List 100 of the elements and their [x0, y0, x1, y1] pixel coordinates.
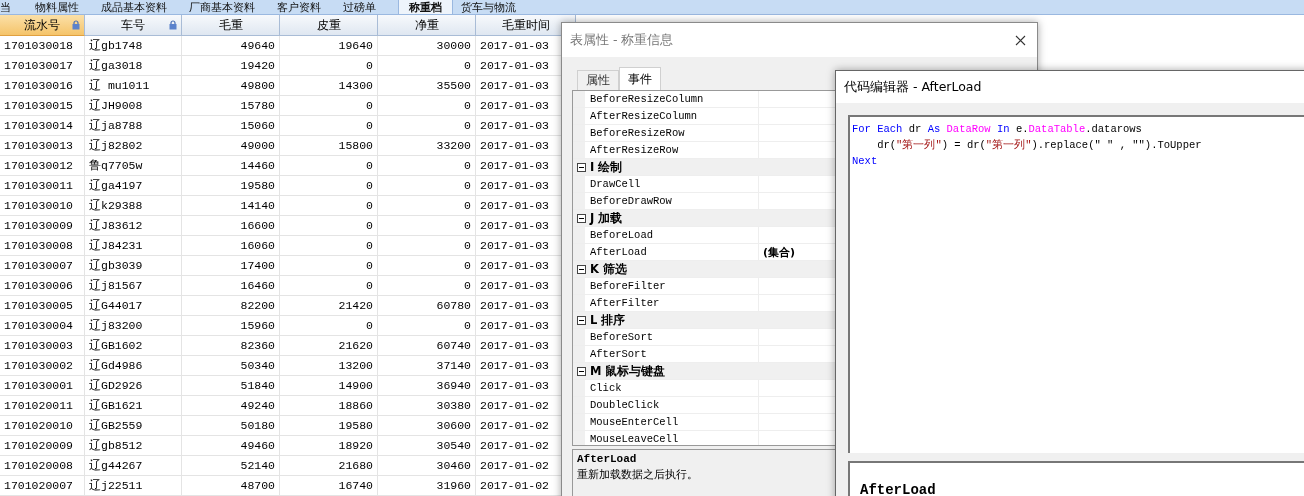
table-cell: 60780	[378, 296, 476, 316]
dialog-tab[interactable]: 属性	[577, 70, 619, 90]
category-label: I 绘制	[590, 159, 623, 175]
table-cell: 1701030002	[0, 356, 85, 376]
table-cell: 30540	[378, 436, 476, 456]
event-name[interactable]: DrawCell	[590, 178, 758, 190]
table-cell: 21620	[280, 336, 378, 356]
column-header[interactable]: 毛重时间	[476, 15, 576, 36]
collapse-icon[interactable]	[577, 315, 586, 325]
table-cell: 13200	[280, 356, 378, 376]
table-cell: 0	[378, 216, 476, 236]
code-line: Next	[852, 154, 878, 169]
table-cell: 辽ja8788	[85, 116, 182, 136]
table-cell: 0	[378, 196, 476, 216]
table-cell: 0	[378, 276, 476, 296]
table-cell: 0	[378, 236, 476, 256]
table-cell: 82200	[182, 296, 280, 316]
table-cell: 0	[378, 156, 476, 176]
event-name[interactable]: MouseEnterCell	[590, 416, 758, 428]
table-cell: 48700	[182, 476, 280, 496]
table-cell: 36940	[378, 376, 476, 396]
table-cell: 15800	[280, 136, 378, 156]
column-header[interactable]: 车号	[85, 15, 182, 36]
table-cell: 52140	[182, 456, 280, 476]
table-cell: 0	[280, 116, 378, 136]
app-tab[interactable]: 称重档	[398, 0, 453, 14]
dialog-tab[interactable]: 事件	[619, 67, 661, 90]
table-cell: 14900	[280, 376, 378, 396]
table-cell: 82360	[182, 336, 280, 356]
table-cell: 1701030011	[0, 176, 85, 196]
table-cell: 30460	[378, 456, 476, 476]
table-cell: 辽j22511	[85, 476, 182, 496]
table-cell: 辽GB2559	[85, 416, 182, 436]
app-tab[interactable]: 过磅单	[343, 0, 390, 14]
table-cell: 16600	[182, 216, 280, 236]
table-cell: 0	[280, 56, 378, 76]
table-cell: 0	[280, 256, 378, 276]
event-name[interactable]: MouseLeaveCell	[590, 433, 758, 445]
event-name[interactable]: AfterResizeRow	[590, 144, 758, 156]
table-cell: 19640	[280, 36, 378, 56]
event-name[interactable]: BeforeResizeColumn	[590, 93, 758, 105]
table-cell: 1701030003	[0, 336, 85, 356]
app-tab[interactable]: 当	[0, 0, 25, 14]
event-name[interactable]: AfterFilter	[590, 297, 758, 309]
event-name[interactable]: DoubleClick	[590, 399, 758, 411]
collapse-icon[interactable]	[577, 213, 586, 223]
table-cell: 16740	[280, 476, 378, 496]
event-name[interactable]: AfterSort	[590, 348, 758, 360]
collapse-icon[interactable]	[577, 366, 586, 376]
code-editor[interactable]: For Each dr As DataRow In e.DataTable.datarows dr("第一列") = dr("第一列").replace(" " , "").ToUpper Next	[848, 115, 1304, 453]
app-tab[interactable]: 成品基本资料	[101, 0, 181, 14]
table-cell: 16060	[182, 236, 280, 256]
event-name[interactable]: BeforeSort	[590, 331, 758, 343]
event-name[interactable]: BeforeFilter	[590, 280, 758, 292]
table-cell: 35500	[378, 76, 476, 96]
column-header[interactable]: 净重	[378, 15, 476, 36]
table-cell: 14300	[280, 76, 378, 96]
app-tab[interactable]: 客户资料	[277, 0, 335, 14]
table-cell: 19580	[182, 176, 280, 196]
column-header[interactable]: 毛重	[182, 15, 280, 36]
code-line: For Each dr As DataRow In e.DataTable.datarows	[852, 122, 1142, 137]
table-cell: 0	[280, 156, 378, 176]
table-cell: 50180	[182, 416, 280, 436]
table-cell: 0	[280, 316, 378, 336]
table-cell: 1701030004	[0, 316, 85, 336]
collapse-icon[interactable]	[577, 264, 586, 274]
table-cell: 辽j81567	[85, 276, 182, 296]
table-cell: 辽G44017	[85, 296, 182, 316]
table-cell: 0	[280, 236, 378, 256]
table-cell: 1701020009	[0, 436, 85, 456]
app-tab[interactable]: 厂商基本资料	[189, 0, 269, 14]
close-icon[interactable]	[1015, 34, 1026, 46]
code-line: dr("第一列") = dr("第一列").replace(" " , "").ToUpper	[876, 138, 1202, 153]
table-cell: 0	[378, 256, 476, 276]
category-label: M 鼠标与键盘	[590, 363, 666, 379]
event-name[interactable]: BeforeResizeRow	[590, 127, 758, 139]
table-cell: 1701030005	[0, 296, 85, 316]
table-cell: 0	[378, 96, 476, 116]
table-cell: 1701030016	[0, 76, 85, 96]
table-cell: 辽k29388	[85, 196, 182, 216]
column-header[interactable]: 流水号	[0, 15, 85, 36]
lock-icon	[72, 20, 80, 30]
event-name[interactable]: AfterLoad	[590, 246, 758, 258]
table-cell: 0	[378, 116, 476, 136]
event-value[interactable]: (集合)	[763, 244, 796, 260]
table-cell: 30380	[378, 396, 476, 416]
event-name[interactable]: BeforeDrawRow	[590, 195, 758, 207]
event-name[interactable]: AfterResizeColumn	[590, 110, 758, 122]
app-tab[interactable]: 货车与物流	[461, 0, 530, 14]
app-tab[interactable]: 物料属性	[35, 0, 93, 14]
table-cell: 辽GB1621	[85, 396, 182, 416]
table-cell: 60740	[378, 336, 476, 356]
table-cell: 15780	[182, 96, 280, 116]
collapse-icon[interactable]	[577, 162, 586, 172]
column-header[interactable]: 皮重	[280, 15, 378, 36]
event-name[interactable]: Click	[590, 382, 758, 394]
table-cell: 辽ga3018	[85, 56, 182, 76]
table-cell: 19580	[280, 416, 378, 436]
table-cell: 辽g44267	[85, 456, 182, 476]
event-name[interactable]: BeforeLoad	[590, 229, 758, 241]
